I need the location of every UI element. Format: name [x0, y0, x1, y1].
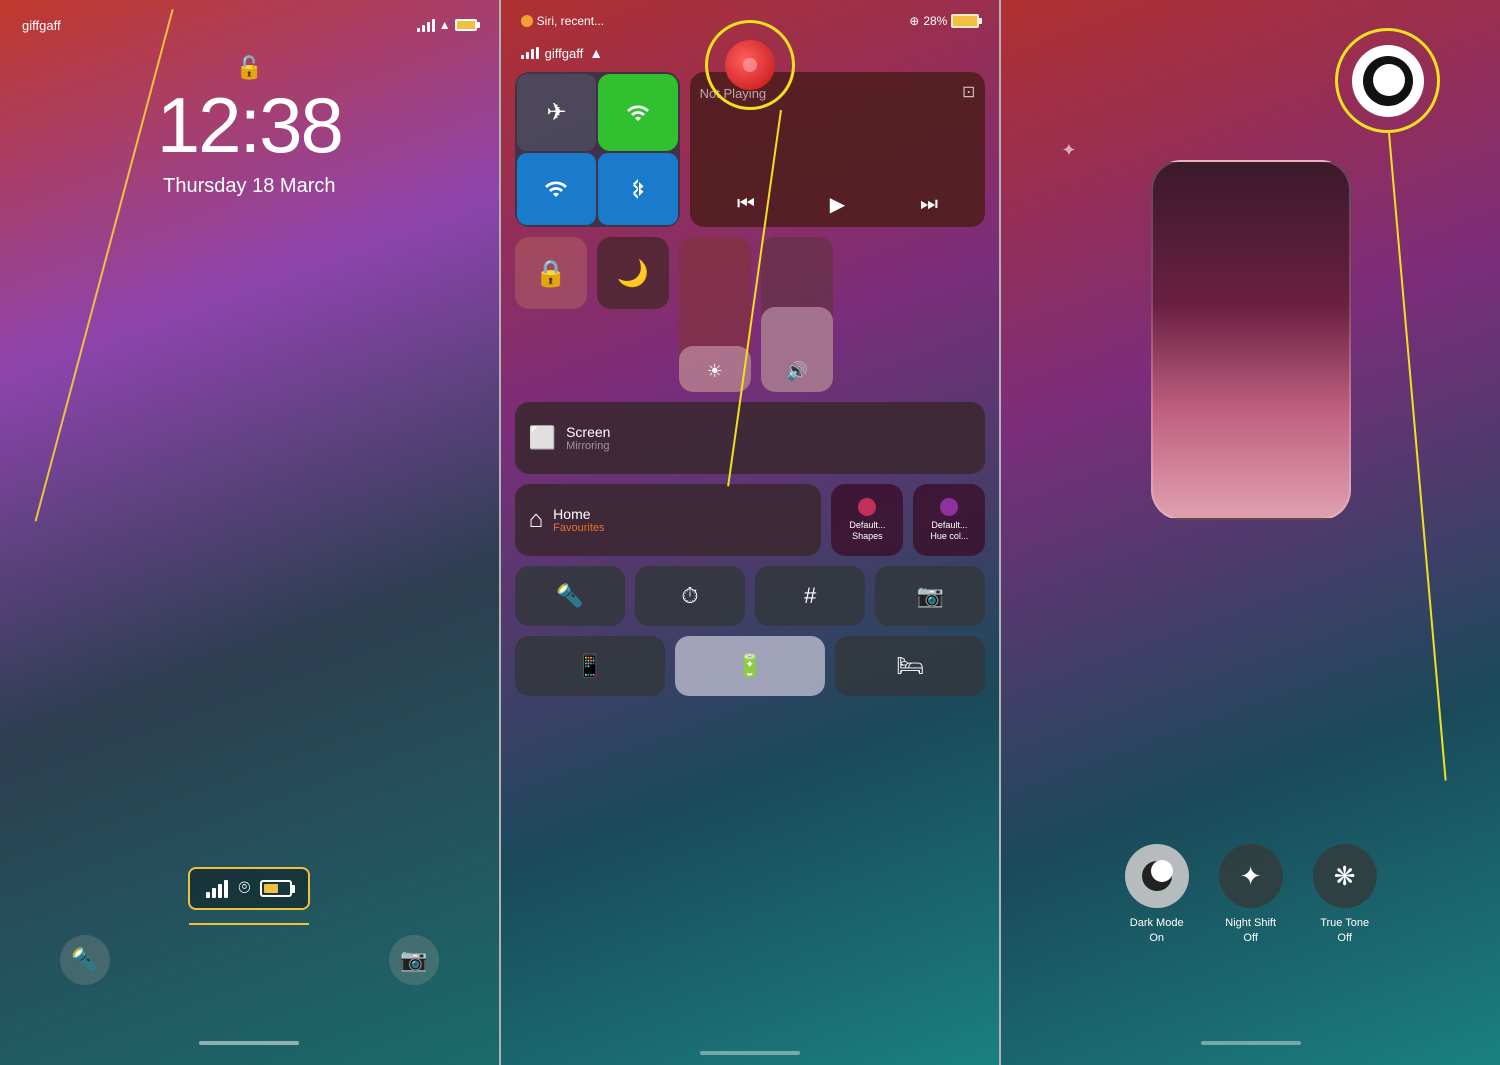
divider-left-center: [499, 0, 501, 1065]
display-options: Dark Mode On ✦ Night Shift Off ❋ True To…: [1001, 844, 1500, 945]
screen-mirror-text-group: Screen Mirroring: [566, 424, 610, 452]
status-icons-box: ⌾: [188, 867, 310, 910]
lock-screen-time: 12:38: [157, 80, 342, 171]
hue-shapes-button[interactable]: Default...Shapes: [831, 484, 903, 556]
hue-color-button[interactable]: Default...Hue col...: [913, 484, 985, 556]
cc-row-4: ⌂ Home Favourites Default...Shapes Defau…: [515, 484, 986, 556]
flashlight-cc-button[interactable]: 🔦: [515, 566, 625, 626]
phone-mockup: [1151, 160, 1351, 520]
hue-dot-1: [858, 498, 876, 516]
night-shift-button[interactable]: ✦: [1219, 844, 1283, 908]
true-tone-button[interactable]: ❋: [1313, 844, 1377, 908]
cc-row-6: 📱 🔋 🛏: [515, 636, 986, 696]
screen-mirror-sub: Mirroring: [566, 440, 610, 452]
cc-battery-status: ⊕ 28%: [909, 14, 979, 28]
sleep-button[interactable]: 🛏: [835, 636, 985, 696]
cc-row-2: 🔒 🌙 ☀ 🔊: [515, 237, 986, 392]
calculator-button[interactable]: #: [755, 566, 865, 626]
not-playing-text: Not Playing: [700, 86, 976, 101]
wifi-icon-box: ⌾: [238, 877, 250, 900]
play-button[interactable]: ▶: [830, 192, 845, 217]
right-panel: ✦ Dark Mode On ✦ Night Shift Off: [1001, 0, 1500, 1065]
cc-wifi-icon: ▲: [589, 45, 603, 61]
cc-status-bar: Siri, recent... ⊕ 28%: [501, 14, 1000, 28]
screen-mirror-label: Screen: [566, 424, 610, 440]
night-shift-option: ✦ Night Shift Off: [1219, 844, 1283, 945]
wifi-toggle-button[interactable]: [517, 153, 597, 225]
status-bar-right: ▲: [417, 18, 477, 32]
brightness-slider[interactable]: ☀: [679, 237, 751, 392]
remote-button[interactable]: 📱: [515, 636, 665, 696]
siri-banner: Siri, recent...: [521, 14, 604, 28]
rotation-lock-button[interactable]: 🔒: [515, 237, 587, 309]
battery-percent-text: 28%: [923, 14, 947, 28]
home-indicator-center: [700, 1051, 800, 1055]
battery-icon: [455, 19, 477, 31]
siri-dot: [521, 15, 533, 27]
airplane-mode-button[interactable]: ✈: [517, 74, 597, 151]
cc-signal-bars: [521, 47, 539, 59]
screen-mirror-icon: ⬜: [529, 425, 556, 451]
bottom-bar: 🔦 📷: [0, 935, 499, 985]
home-text-group: Home Favourites: [553, 506, 604, 534]
connectivity-block[interactable]: ✈: [515, 72, 680, 227]
center-panel: Siri, recent... ⊕ 28% giffgaff ▲ ✈: [501, 0, 1000, 1065]
volume-slider[interactable]: 🔊: [761, 237, 833, 392]
lock-screen-date: Thursday 18 March: [163, 175, 335, 198]
rewind-button[interactable]: ⏮: [737, 193, 755, 216]
box-underline: [189, 923, 309, 925]
carrier-label: giffgaff: [22, 18, 61, 33]
night-shift-label: Night Shift Off: [1225, 916, 1276, 945]
true-tone-label: True Tone Off: [1320, 916, 1369, 945]
hue-color-label: Default...Hue col...: [930, 520, 968, 542]
siri-text: Siri, recent...: [537, 14, 604, 28]
battery-widget-button[interactable]: 🔋: [675, 636, 825, 696]
brightness-icon: ☀: [707, 361, 723, 382]
true-tone-option: ❋ True Tone Off: [1313, 844, 1377, 945]
timer-button[interactable]: ⏱: [635, 566, 745, 626]
home-sub-label: Favourites: [553, 522, 604, 534]
cc-row-3: ⬜ Screen Mirroring: [515, 402, 986, 474]
screen-mirroring-button[interactable]: ⬜ Screen Mirroring: [515, 402, 986, 474]
signal-bars-box: [206, 880, 228, 898]
battery-charging-icon: ⊕: [909, 14, 919, 28]
cc-row-5: 🔦 ⏱ # 📷: [515, 566, 986, 626]
hue-dot-2: [940, 498, 958, 516]
cc-network-bar: giffgaff ▲: [501, 45, 1000, 61]
divider-center-right: [999, 0, 1001, 1065]
airplay-icon[interactable]: ⊡: [962, 82, 975, 102]
battery-box: [260, 880, 292, 897]
dark-mode-option: Dark Mode On: [1125, 844, 1189, 945]
home-favourites-button[interactable]: ⌂ Home Favourites: [515, 484, 822, 556]
cc-row-1: ✈ ⊡ Not Pl: [515, 72, 986, 227]
cellular-button[interactable]: [598, 74, 678, 151]
signal-bars: [417, 19, 435, 32]
cc-content: ✈ ⊡ Not Pl: [515, 72, 986, 1035]
flashlight-button[interactable]: 🔦: [60, 935, 110, 985]
cc-carrier: giffgaff: [545, 46, 584, 61]
home-indicator-right: [1201, 1041, 1301, 1045]
brightness-sun-icon: ✦: [1061, 140, 1076, 161]
media-controls: ⏮ ▶ ⏭: [700, 192, 976, 217]
media-block: ⊡ Not Playing ⏮ ▶ ⏭: [690, 72, 986, 227]
bluetooth-button[interactable]: [598, 153, 678, 225]
battery-icon-cc: [951, 14, 979, 28]
left-panel: giffgaff ▲ 🔓 12:38 Thursday 18 March ⌾ 🔦…: [0, 0, 499, 1065]
battery-fill: [264, 884, 278, 893]
dark-mode-label: Dark Mode On: [1130, 916, 1184, 945]
hue-shapes-label: Default...Shapes: [849, 520, 885, 542]
fast-forward-button[interactable]: ⏭: [920, 193, 938, 216]
wifi-icon: ▲: [439, 18, 451, 32]
camera-cc-button[interactable]: 📷: [875, 566, 985, 626]
home-icon: ⌂: [529, 506, 544, 534]
do-not-disturb-button[interactable]: 🌙: [597, 237, 669, 309]
home-indicator-left: [199, 1041, 299, 1045]
volume-icon: 🔊: [785, 361, 807, 382]
dark-mode-button[interactable]: [1125, 844, 1189, 908]
lock-icon: 🔓: [236, 55, 263, 81]
home-label: Home: [553, 506, 604, 522]
camera-button[interactable]: 📷: [389, 935, 439, 985]
